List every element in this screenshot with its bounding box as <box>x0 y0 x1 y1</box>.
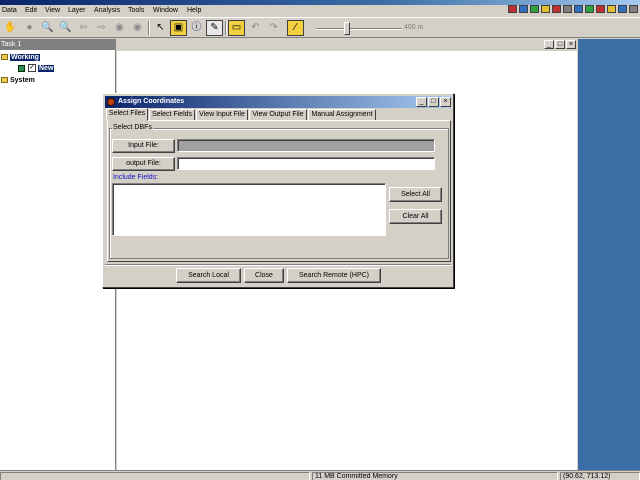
cube-icon[interactable]: ▣ <box>170 20 187 36</box>
search-local-button[interactable]: Search Local <box>176 268 241 283</box>
menu-tools[interactable]: Tools <box>128 6 144 16</box>
toolbar-separator <box>148 21 150 35</box>
circle-icon[interactable]: ● <box>21 20 38 36</box>
menu-edit[interactable]: Edit <box>25 6 37 16</box>
zoom-slider-track[interactable] <box>316 28 402 30</box>
select-dbfs-label: Select DBFs <box>112 124 153 131</box>
edit-icon[interactable]: ✎ <box>206 20 223 36</box>
app-icon-12[interactable] <box>629 5 638 13</box>
app-icon-11[interactable] <box>618 5 627 13</box>
clear-all-button[interactable]: Clear All <box>389 209 442 224</box>
input-file-button[interactable]: Input File: <box>112 139 175 153</box>
assign-coordinates-dialog: Assign Coordinates _ □ × Select Files Se… <box>102 93 454 288</box>
output-file-button[interactable]: output File: <box>112 157 175 171</box>
close-button[interactable]: Close <box>244 268 284 283</box>
app-icon-3[interactable] <box>530 5 539 13</box>
app-icon-7[interactable] <box>574 5 583 13</box>
forward-arrow-icon[interactable]: ⇨ <box>93 20 110 36</box>
zoom-slider-thumb[interactable] <box>343 22 350 35</box>
tree-item-system[interactable]: System <box>1 76 35 85</box>
globe-icon[interactable]: ◉ <box>111 20 128 36</box>
tree-item-working[interactable]: Working <box>1 53 40 62</box>
app-icon-4[interactable] <box>541 5 550 13</box>
info-icon[interactable]: ⓘ <box>188 20 205 36</box>
status-coordinates: (90.62, 713.12) <box>560 472 640 480</box>
include-fields-list[interactable] <box>112 183 386 236</box>
dialog-minimize-icon[interactable]: _ <box>416 97 427 107</box>
undo-icon[interactable]: ↶ <box>247 20 264 36</box>
status-bar: 11 MB Committed Memory (90.62, 713.12) <box>0 470 640 480</box>
dialog-separator <box>105 264 451 266</box>
zoom-out-icon[interactable]: 🔍 <box>57 20 74 36</box>
ruler-icon[interactable]: ▭ <box>228 20 245 36</box>
back-arrow-icon[interactable]: ⇦ <box>75 20 92 36</box>
menu-window[interactable]: Window <box>153 6 178 16</box>
input-file-field[interactable] <box>177 139 435 152</box>
app-icon-5[interactable] <box>552 5 561 13</box>
tree-item-new-label: New <box>38 65 55 72</box>
globe-2-icon[interactable]: ◉ <box>129 20 146 36</box>
redo-icon[interactable]: ↷ <box>265 20 282 36</box>
tree-item-system-label: System <box>10 77 35 84</box>
search-remote-button[interactable]: Search Remote (HPC) <box>287 268 381 283</box>
layer-color-swatch <box>18 64 25 72</box>
dialog-maximize-icon[interactable]: □ <box>428 97 439 107</box>
dialog-close-icon[interactable]: × <box>440 97 451 107</box>
app-icon-1[interactable] <box>508 5 517 13</box>
app-icon-10[interactable] <box>607 5 616 13</box>
desktop-background <box>578 39 640 470</box>
pointer-icon[interactable]: ↖ <box>152 20 169 36</box>
menu-right-icons <box>508 5 638 14</box>
menu-bar: Data Edit View Layer Analysis Tools Wind… <box>0 5 640 17</box>
folder-icon <box>1 77 8 84</box>
close-icon[interactable]: × <box>566 40 576 49</box>
minimize-icon[interactable]: _ <box>544 40 554 49</box>
app-icon-9[interactable] <box>596 5 605 13</box>
dialog-title-bar[interactable]: Assign Coordinates _ □ × <box>105 96 451 108</box>
include-fields-label: Include Fields: <box>113 174 159 181</box>
status-memory: 11 MB Committed Memory <box>312 472 558 480</box>
folder-icon <box>1 54 8 61</box>
menu-view[interactable]: View <box>45 6 60 16</box>
tab-select-files[interactable]: Select Files <box>106 108 148 121</box>
toolbar: ✋ ● 🔍 🔍 ⇦ ⇨ ◉ ◉ ↖ ▣ ⓘ ✎ ▭ ↶ ↷ ∕ 400 m <box>0 17 640 38</box>
layer-panel-title: Task 1 <box>0 39 116 50</box>
output-file-field[interactable] <box>177 157 435 170</box>
zoom-slider-readout: 400 m <box>404 24 424 31</box>
tree-item-working-label: Working <box>10 54 40 61</box>
app-icon-8[interactable] <box>585 5 594 13</box>
layer-visibility-checkbox[interactable]: ✓ <box>28 64 36 73</box>
toolbar-separator <box>225 21 227 35</box>
app-icon-6[interactable] <box>563 5 572 13</box>
hand-icon[interactable]: ✋ <box>2 20 19 36</box>
layer-panel: Task 1 Working ✓ New System <box>0 39 116 470</box>
tree-item-new[interactable]: ✓ New <box>18 64 55 73</box>
map-window-bar: _ □ × <box>117 39 577 51</box>
status-cell-empty <box>0 472 310 480</box>
zoom-in-icon[interactable]: 🔍 <box>39 20 56 36</box>
pencil-icon[interactable]: ∕ <box>287 20 304 36</box>
select-all-button[interactable]: Select All <box>389 187 442 202</box>
menu-help[interactable]: Help <box>187 6 201 16</box>
menu-data[interactable]: Data <box>2 6 17 16</box>
maximize-icon[interactable]: □ <box>555 40 565 49</box>
menu-layer[interactable]: Layer <box>68 6 86 16</box>
dialog-app-icon <box>107 98 115 106</box>
app-icon-2[interactable] <box>519 5 528 13</box>
menu-analysis[interactable]: Analysis <box>94 6 120 16</box>
dialog-title: Assign Coordinates <box>118 98 185 105</box>
